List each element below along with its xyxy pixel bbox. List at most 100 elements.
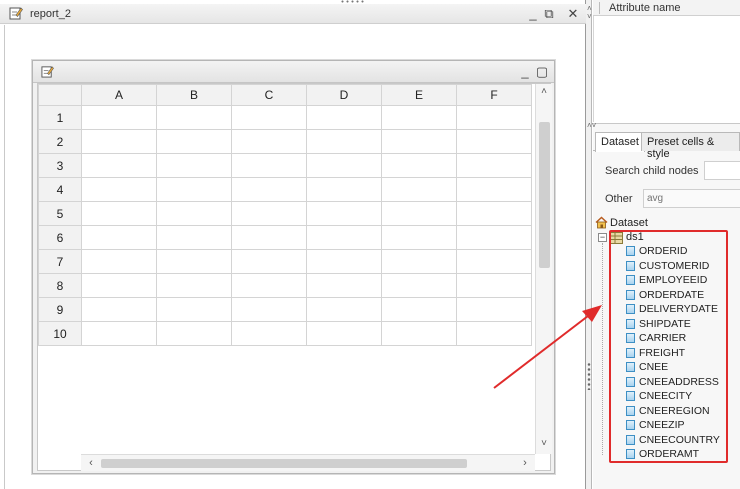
grid-cell[interactable] [231,273,307,298]
grid-cell[interactable] [81,249,157,274]
grid-cell[interactable] [381,321,457,346]
close-button[interactable]: ✕ [565,6,581,22]
collapse-icon[interactable]: − [598,233,607,242]
grid-cell[interactable] [381,177,457,202]
grid-cell[interactable] [381,225,457,250]
grid-cell[interactable] [456,273,532,298]
sheet-minimize-button[interactable]: _ [517,64,533,80]
horizontal-scroll-thumb[interactable] [101,459,467,468]
pane-resize-arrows[interactable]: ˄˅ [587,122,596,130]
grid-cell[interactable] [456,177,532,202]
grid-cell[interactable] [231,297,307,322]
grid-cell[interactable] [156,177,232,202]
grid-cell[interactable] [81,153,157,178]
grid-cell[interactable] [381,153,457,178]
grid-cell[interactable] [81,297,157,322]
grid-cell[interactable] [156,321,232,346]
grid-cell[interactable] [231,201,307,226]
grid-cell[interactable] [381,105,457,130]
grid-cell[interactable] [456,321,532,346]
scroll-left-icon[interactable]: ‹ [83,455,99,471]
column-header[interactable]: A [81,84,157,106]
grid-cell[interactable] [456,225,532,250]
grid-corner[interactable] [38,84,82,106]
tab-dataset[interactable]: Dataset [595,132,645,152]
scroll-down-icon[interactable]: ˅ [536,436,552,452]
row-header[interactable]: 8 [38,273,82,298]
grid-cell[interactable] [156,201,232,226]
row-header[interactable]: 9 [38,297,82,322]
splitter-grip[interactable] [587,362,591,390]
row-header[interactable]: 6 [38,225,82,250]
grid-cell[interactable] [81,177,157,202]
panel-collapse-arrows[interactable]: ˄ ˅ [587,5,592,21]
grid-cell[interactable] [456,297,532,322]
scroll-up-icon[interactable]: ˄ [536,84,552,100]
grid-cell[interactable] [456,129,532,154]
grid-cell[interactable] [306,105,382,130]
vertical-scrollbar[interactable]: ˄ ˅ [535,84,552,454]
scroll-right-icon[interactable]: › [517,455,533,471]
grid-cell[interactable] [456,105,532,130]
grid-cell[interactable] [306,297,382,322]
column-header[interactable]: C [231,84,307,106]
grid-cell[interactable] [81,129,157,154]
restore-button[interactable]: ⧉ [541,6,557,22]
grid-cell[interactable] [231,177,307,202]
top-resize-grip[interactable] [340,0,366,3]
grid-cell[interactable] [231,249,307,274]
grid-cell[interactable] [381,201,457,226]
grid-cell[interactable] [156,153,232,178]
grid-cell[interactable] [306,249,382,274]
grid-cell[interactable] [231,225,307,250]
grid-cell[interactable] [81,273,157,298]
grid-cell[interactable] [306,225,382,250]
row-header[interactable]: 4 [38,177,82,202]
grid-cell[interactable] [456,153,532,178]
column-header[interactable]: E [381,84,457,106]
horizontal-scrollbar[interactable]: ‹ › [81,454,535,471]
grid-cell[interactable] [306,129,382,154]
grid-cell[interactable] [156,249,232,274]
column-header[interactable]: B [156,84,232,106]
grid-cell[interactable] [231,129,307,154]
vertical-scroll-thumb[interactable] [539,122,550,268]
row-header[interactable]: 10 [38,321,82,346]
row-header[interactable]: 1 [38,105,82,130]
grid-cell[interactable] [381,273,457,298]
column-header[interactable]: F [456,84,532,106]
row-header[interactable]: 2 [38,129,82,154]
grid-cell[interactable] [306,321,382,346]
grid-cell[interactable] [306,177,382,202]
grid-cell[interactable] [81,201,157,226]
grid-cell[interactable] [381,297,457,322]
grid-cell[interactable] [231,153,307,178]
row-header[interactable]: 7 [38,249,82,274]
panel-splitter[interactable] [586,0,592,489]
column-header[interactable]: D [306,84,382,106]
grid-cell[interactable] [231,105,307,130]
grid-cell[interactable] [81,105,157,130]
grid-cell[interactable] [231,321,307,346]
grid-cell[interactable] [81,225,157,250]
grid-cell[interactable] [306,153,382,178]
tab-preset-cells-style[interactable]: Preset cells & style [641,132,740,160]
grid-cell[interactable] [306,201,382,226]
grid-cell[interactable] [456,201,532,226]
grid-cell[interactable] [156,225,232,250]
grid-cell[interactable] [156,129,232,154]
grid-cell[interactable] [306,273,382,298]
grid-cell[interactable] [456,249,532,274]
sheet-maximize-button[interactable]: ▢ [534,64,550,80]
grid-cell[interactable] [381,249,457,274]
grid-cell[interactable] [156,273,232,298]
grid-cell[interactable] [156,105,232,130]
minimize-button[interactable]: _ [525,6,541,22]
grid-cell[interactable] [381,129,457,154]
search-input[interactable] [704,161,740,180]
grid-cell[interactable] [156,297,232,322]
row-header[interactable]: 5 [38,201,82,226]
grid-cell[interactable] [81,321,157,346]
other-input[interactable] [643,189,740,208]
row-header[interactable]: 3 [38,153,82,178]
